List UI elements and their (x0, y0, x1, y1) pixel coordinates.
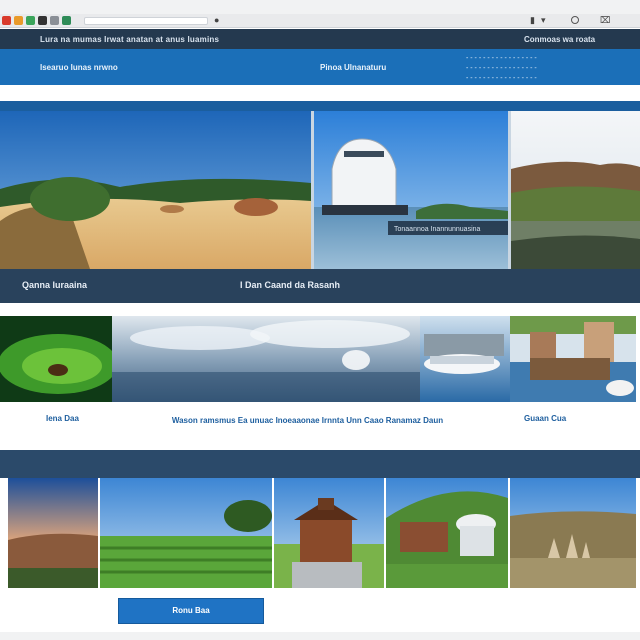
nav-list-item[interactable]: - - - - - - - - - - - - - - - - - (466, 64, 537, 74)
photo-desert[interactable] (0, 111, 311, 269)
tab-icon-dark[interactable] (38, 16, 47, 25)
photo-village[interactable] (386, 478, 508, 588)
photo-leaf[interactable] (0, 316, 118, 402)
photo-ship[interactable]: Tonaannoa Inannunnuasina (314, 111, 508, 269)
photo-canyon[interactable] (8, 478, 98, 588)
nav-link-list: - - - - - - - - - - - - - - - - - - - - … (466, 54, 537, 84)
tab-icon-green[interactable] (26, 16, 35, 25)
tab-icon-orange[interactable] (14, 16, 23, 25)
gallery-caption-band: Qanna Iuraaina I Dan Caand da Rasanh (0, 269, 640, 303)
tab-icon-red[interactable] (2, 16, 11, 25)
reload-icon[interactable]: ● (214, 14, 219, 26)
nav-link-middle[interactable]: Pinoa Ulnanaturu (320, 63, 386, 72)
browser-toolbar: ● ▮ ▾ ⌧ (0, 14, 640, 28)
gallery-middle-row (0, 316, 640, 402)
section-band (0, 450, 640, 478)
primary-cta-button[interactable]: Ronu Baa (118, 598, 264, 624)
nav-list-item[interactable]: - - - - - - - - - - - - - - - - - (466, 54, 537, 64)
extension-icon[interactable]: ▾ (541, 14, 546, 26)
gallery-bottom-row (8, 478, 636, 588)
photo-harbor[interactable] (420, 316, 510, 402)
tab-icon-green-2[interactable] (62, 16, 71, 25)
section-divider (0, 101, 640, 111)
caption-left[interactable]: Qanna Iuraaina (22, 280, 87, 290)
photo-pavilion[interactable] (274, 478, 384, 588)
nav-list-item[interactable]: - - - - - - - - - - - - - - - - - (466, 74, 537, 84)
photo-hills[interactable] (511, 111, 640, 269)
browser-tab-icons (2, 16, 71, 25)
nav-link-left[interactable]: Isearuo Iunas nrwno (40, 63, 118, 72)
gallery-middle-labels: Iena Daa Wason ramsmus Ea unuac Inoeaaon… (0, 405, 640, 449)
menu-icon[interactable]: ▮ (530, 14, 535, 26)
gallery-top-row: Tonaannoa Inannunnuasina (0, 111, 640, 269)
top-navigation-strip: Lura na mumas Irwat anatan at anus luami… (0, 29, 640, 49)
profile-icon[interactable] (571, 16, 579, 24)
tab-icon-gray[interactable] (50, 16, 59, 25)
site-header: Isearuo Iunas nrwno Pinoa Ulnanaturu - -… (0, 49, 640, 85)
caption-right[interactable]: I Dan Caand da Rasanh (240, 280, 340, 290)
photo-city-waterfront[interactable] (510, 316, 636, 402)
label-center[interactable]: Wason ramsmus Ea unuac Inoeaaonae Irnnta… (150, 414, 465, 428)
photo-vineyard[interactable] (100, 478, 272, 588)
label-right[interactable]: Guaan Cua (524, 414, 566, 423)
ship-overlay-text: Tonaannoa Inannunnuasina (394, 226, 481, 233)
address-bar[interactable] (84, 17, 208, 25)
label-left[interactable]: Iena Daa (46, 414, 79, 423)
top-links[interactable]: Lura na mumas Irwat anatan at anus luami… (40, 35, 219, 44)
top-right-link[interactable]: Conmoas wa roata (524, 35, 595, 44)
window-icon[interactable]: ⌧ (600, 14, 610, 26)
photo-cloudscape[interactable] (112, 316, 420, 402)
photo-rock-formations[interactable] (510, 478, 636, 588)
